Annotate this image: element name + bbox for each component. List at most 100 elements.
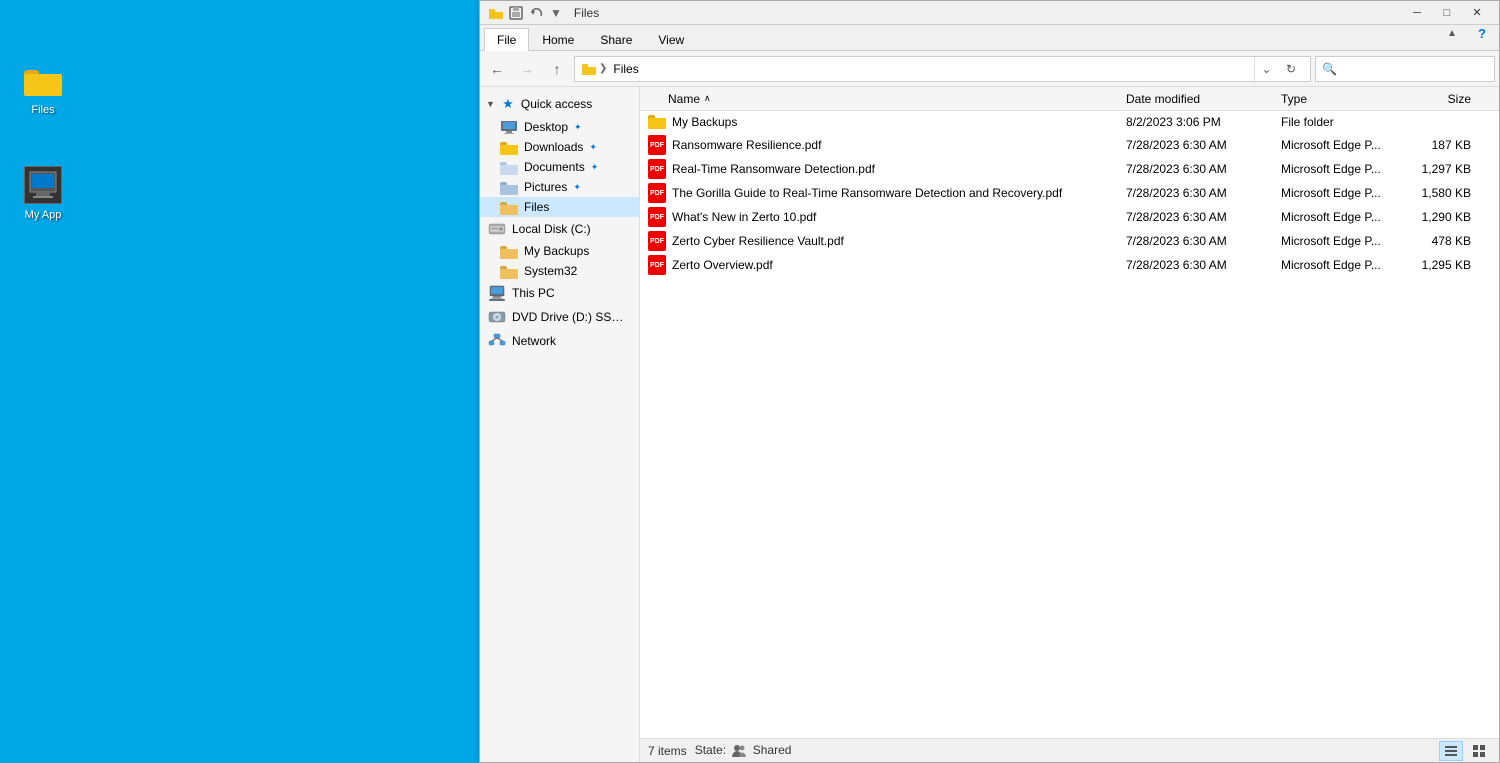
sidebar-item-network[interactable]: Network bbox=[480, 329, 639, 353]
file-type-cell: Microsoft Edge P... bbox=[1281, 162, 1411, 176]
sidebar-label-documents: Documents bbox=[524, 160, 585, 174]
shared-users-icon bbox=[731, 743, 747, 759]
sidebar-label-files: Files bbox=[524, 200, 549, 214]
pdf-icon: PDF bbox=[648, 231, 666, 251]
sidebar-label-system32: System32 bbox=[524, 264, 577, 278]
sidebar-label-quick-access: Quick access bbox=[521, 97, 592, 111]
sidebar-item-my-backups[interactable]: My Backups bbox=[480, 241, 639, 261]
sidebar-label-desktop: Desktop bbox=[524, 120, 568, 134]
sidebar-item-dvd-drive[interactable]: DVD Drive (D:) SSS_Xt bbox=[480, 305, 639, 329]
table-row[interactable]: PDF Zerto Cyber Resilience Vault.pdf 7/2… bbox=[640, 229, 1499, 253]
file-name-cell: My Backups bbox=[648, 115, 1126, 129]
tab-home[interactable]: Home bbox=[529, 28, 587, 51]
table-row[interactable]: PDF Zerto Overview.pdf 7/28/2023 6:30 AM… bbox=[640, 253, 1499, 277]
search-icon: 🔍 bbox=[1322, 62, 1337, 76]
sidebar-item-desktop[interactable]: Desktop ✦ bbox=[480, 117, 639, 137]
file-size-cell: 187 KB bbox=[1411, 138, 1491, 152]
pdf-icon: PDF bbox=[648, 159, 666, 179]
desktop-sidebar-icon bbox=[500, 120, 518, 134]
pdf-icon: PDF bbox=[648, 207, 666, 227]
sidebar-item-pictures[interactable]: Pictures ✦ bbox=[480, 177, 639, 197]
file-date-cell: 7/28/2023 6:30 AM bbox=[1126, 258, 1281, 272]
dvd-drive-icon bbox=[488, 308, 506, 326]
sidebar-label-my-backups: My Backups bbox=[524, 244, 589, 258]
file-name-cell: PDF Real-Time Ransomware Detection.pdf bbox=[648, 159, 1126, 179]
pdf-icon: PDF bbox=[648, 255, 666, 275]
sidebar-item-system32[interactable]: System32 bbox=[480, 261, 639, 281]
quick-access-star-icon: ★ bbox=[499, 95, 517, 113]
desktop-icon-myapp[interactable]: My App bbox=[8, 165, 78, 221]
col-header-date[interactable]: Date modified bbox=[1126, 92, 1281, 106]
table-row[interactable]: PDF The Gorilla Guide to Real-Time Ranso… bbox=[640, 181, 1499, 205]
state-label: State: Shared bbox=[695, 743, 792, 759]
sidebar-item-quick-access[interactable]: ▼ ★ Quick access bbox=[480, 91, 639, 117]
sidebar-label-dvd-drive: DVD Drive (D:) SSS_Xt bbox=[512, 310, 631, 324]
tab-view[interactable]: View bbox=[645, 28, 697, 51]
file-type-cell: Microsoft Edge P... bbox=[1281, 258, 1411, 272]
title-bar-left: ▼ Files bbox=[488, 5, 599, 21]
tab-file[interactable]: File bbox=[484, 28, 529, 51]
myapp-icon-img bbox=[23, 165, 63, 205]
tab-share[interactable]: Share bbox=[587, 28, 645, 51]
sidebar-item-this-pc[interactable]: This PC bbox=[480, 281, 639, 305]
sidebar-label-local-disk: Local Disk (C:) bbox=[512, 222, 591, 236]
file-name-cell: PDF Zerto Overview.pdf bbox=[648, 255, 1126, 275]
file-name: Real-Time Ransomware Detection.pdf bbox=[672, 162, 875, 176]
address-path: ❯ Files bbox=[581, 60, 1254, 78]
window-title: Files bbox=[574, 6, 599, 20]
ribbon-tabs: File Home Share View ▲ ? bbox=[480, 25, 1499, 51]
file-date-cell: 7/28/2023 6:30 AM bbox=[1126, 162, 1281, 176]
details-view-button[interactable] bbox=[1439, 741, 1463, 761]
sort-arrow-name: ∧ bbox=[704, 93, 711, 104]
pdf-icon: PDF bbox=[648, 135, 666, 155]
desktop-icon-files[interactable]: Files bbox=[8, 60, 78, 116]
col-header-name[interactable]: Name ∧ bbox=[648, 92, 1126, 106]
table-row[interactable]: PDF What's New in Zerto 10.pdf 7/28/2023… bbox=[640, 205, 1499, 229]
main-content: ▼ ★ Quick access Desktop bbox=[480, 87, 1499, 762]
help-button[interactable]: ? bbox=[1469, 20, 1495, 46]
up-button[interactable]: ↑ bbox=[544, 56, 570, 82]
file-name-cell: PDF The Gorilla Guide to Real-Time Ranso… bbox=[648, 183, 1126, 203]
address-bar[interactable]: ❯ Files ⌄ ↻ bbox=[574, 56, 1311, 82]
pdf-icon: PDF bbox=[648, 183, 666, 203]
large-icons-view-icon bbox=[1472, 744, 1486, 758]
explorer-window: ▼ Files ─ □ ✕ File Home Share View ▲ ? ←… bbox=[479, 0, 1500, 763]
pin-icon-pictures: ✦ bbox=[573, 182, 581, 193]
address-refresh-button[interactable]: ↻ bbox=[1278, 56, 1304, 82]
col-header-size[interactable]: Size bbox=[1411, 92, 1491, 106]
file-type-cell: Microsoft Edge P... bbox=[1281, 186, 1411, 200]
ribbon-collapse-button[interactable]: ▲ bbox=[1439, 20, 1465, 46]
search-input[interactable] bbox=[1341, 62, 1488, 76]
file-date-cell: 7/28/2023 6:30 AM bbox=[1126, 234, 1281, 248]
file-header: Name ∧ Date modified Type Size bbox=[640, 87, 1499, 111]
file-type-cell: Microsoft Edge P... bbox=[1281, 138, 1411, 152]
sidebar-item-downloads[interactable]: Downloads ✦ bbox=[480, 137, 639, 157]
network-icon bbox=[488, 332, 506, 350]
files-icon-label: Files bbox=[31, 104, 54, 116]
downloads-folder-icon bbox=[500, 140, 518, 154]
file-type-cell: File folder bbox=[1281, 115, 1411, 129]
file-name-cell: PDF Ransomware Resilience.pdf bbox=[648, 135, 1126, 155]
table-row[interactable]: PDF Ransomware Resilience.pdf 7/28/2023 … bbox=[640, 133, 1499, 157]
forward-button[interactable]: → bbox=[514, 56, 540, 82]
status-left: 7 items State: Shared bbox=[648, 743, 791, 759]
col-header-type[interactable]: Type bbox=[1281, 92, 1411, 106]
address-dropdown-button[interactable]: ⌄ bbox=[1254, 57, 1278, 81]
sidebar: ▼ ★ Quick access Desktop bbox=[480, 87, 640, 762]
back-button[interactable]: ← bbox=[484, 56, 510, 82]
file-type-cell: Microsoft Edge P... bbox=[1281, 210, 1411, 224]
sidebar-item-local-disk[interactable]: Local Disk (C:) bbox=[480, 217, 639, 241]
table-row[interactable]: My Backups 8/2/2023 3:06 PM File folder bbox=[640, 111, 1499, 133]
myapp-icon-label: My App bbox=[25, 209, 62, 221]
folder-icon-my-backups bbox=[648, 115, 666, 129]
sidebar-item-files[interactable]: Files bbox=[480, 197, 639, 217]
large-icons-view-button[interactable] bbox=[1467, 741, 1491, 761]
sidebar-item-documents[interactable]: Documents ✦ bbox=[480, 157, 639, 177]
file-date-cell: 7/28/2023 6:30 AM bbox=[1126, 186, 1281, 200]
title-save-icon bbox=[508, 5, 524, 21]
table-row[interactable]: PDF Real-Time Ransomware Detection.pdf 7… bbox=[640, 157, 1499, 181]
toolbar: ← → ↑ ❯ Files ⌄ ↻ 🔍 bbox=[480, 51, 1499, 87]
minimize-button[interactable]: ─ bbox=[1403, 3, 1431, 23]
documents-folder-icon bbox=[500, 160, 518, 174]
address-segment-files[interactable]: Files bbox=[609, 60, 642, 78]
